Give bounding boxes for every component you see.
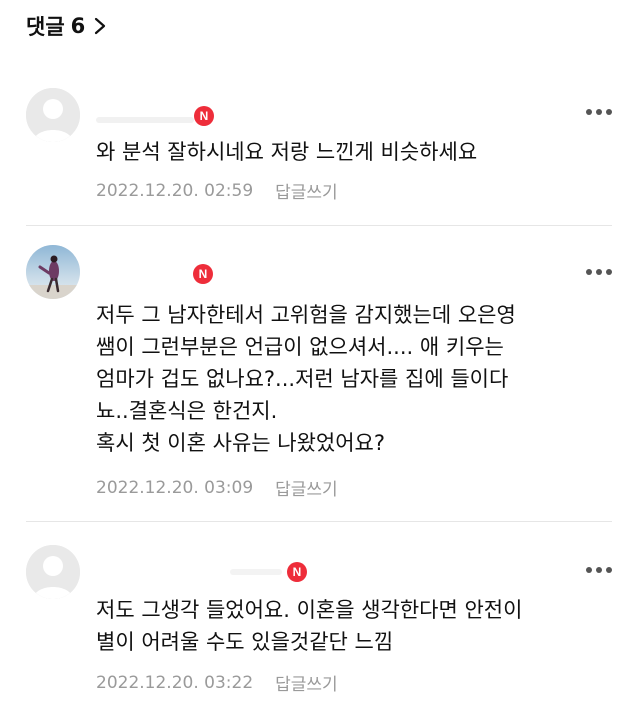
reply-button[interactable]: 답글쓰기 xyxy=(275,475,338,500)
default-avatar-icon[interactable] xyxy=(26,545,80,599)
comment-date: 2022.12.20. 03:22 xyxy=(96,672,254,693)
new-badge: N xyxy=(287,562,307,582)
comment-divider xyxy=(26,225,612,226)
comment-divider xyxy=(26,521,612,522)
new-badge: N xyxy=(193,264,213,284)
nickname-redacted xyxy=(96,117,194,123)
comment-meta: 2022.12.20. 03:22 답글쓰기 xyxy=(96,670,338,696)
reply-button[interactable]: 답글쓰기 xyxy=(275,178,338,203)
comment-date: 2022.12.20. 03:09 xyxy=(96,477,254,498)
comments-header[interactable]: 댓글 6 xyxy=(26,10,107,42)
comments-title: 댓글 xyxy=(26,15,65,39)
comment-meta: 2022.12.20. 03:09 답글쓰기 xyxy=(96,475,338,501)
comment-meta: 2022.12.20. 02:59 답글쓰기 xyxy=(96,178,338,204)
comment-body: 저두 그 남자한테서 고위험을 감지했는데 오은영 쌤이 그런부분은 언급이 없… xyxy=(96,303,516,455)
reply-button[interactable]: 답글쓰기 xyxy=(275,670,338,695)
default-avatar-icon[interactable] xyxy=(26,88,80,142)
comment-count: 6 xyxy=(70,14,86,38)
comment-body: 와 분석 잘하시네요 저랑 느낀게 비슷하세요 xyxy=(96,140,478,164)
chevron-right-icon xyxy=(95,17,106,35)
more-options-icon[interactable] xyxy=(586,268,612,276)
comment-date: 2022.12.20. 02:59 xyxy=(96,180,254,201)
nickname-redacted xyxy=(230,569,282,575)
user-avatar[interactable] xyxy=(26,245,80,299)
more-options-icon[interactable] xyxy=(586,566,612,574)
comment-body: 저도 그생각 들었어요. 이혼을 생각한다면 안전이 별이 어려울 수도 있을것… xyxy=(96,598,523,654)
more-options-icon[interactable] xyxy=(586,108,612,116)
new-badge: N xyxy=(194,106,214,126)
